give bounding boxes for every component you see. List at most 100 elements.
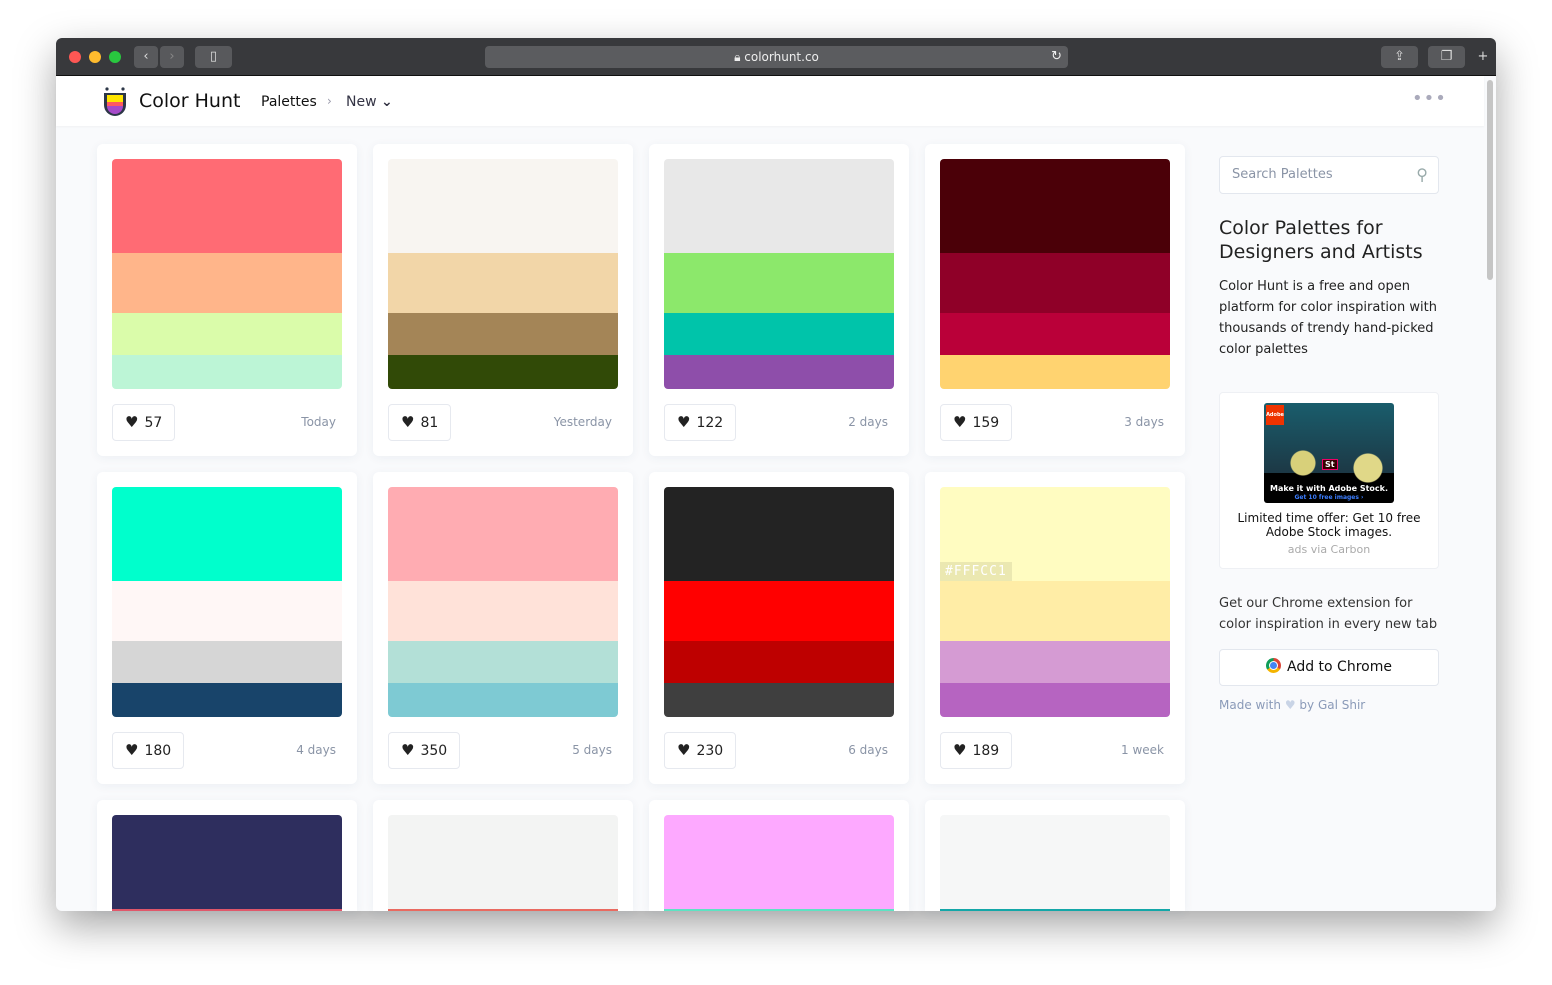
like-button[interactable]: ♥ 81 — [388, 404, 452, 441]
palette-swatches[interactable] — [112, 815, 342, 911]
back-button[interactable]: ‹ — [134, 46, 158, 68]
palette-card[interactable]: ♥ 122 2 days — [649, 144, 909, 456]
palette-swatches[interactable] — [940, 815, 1170, 911]
palette-swatches[interactable]: #FFFCC1 — [940, 487, 1170, 717]
site-header: Color Hunt Palettes › New ⌄ ••• — [56, 76, 1484, 126]
ad-image[interactable]: Adobe Make it with Adobe Stock. Get 10 f… — [1264, 403, 1394, 503]
nav-new-dropdown[interactable]: New ⌄ — [346, 94, 393, 110]
color-swatch[interactable] — [112, 683, 342, 717]
add-to-chrome-button[interactable]: Add to Chrome — [1219, 649, 1439, 686]
tabs-icon[interactable]: ❐ — [1428, 46, 1465, 68]
palette-card[interactable]: ♥ 81 Yesterday — [373, 144, 633, 456]
color-swatch[interactable] — [940, 159, 1170, 253]
color-swatch[interactable] — [664, 683, 894, 717]
carbon-ad[interactable]: Adobe Make it with Adobe Stock. Get 10 f… — [1219, 392, 1439, 569]
color-swatch[interactable] — [940, 355, 1170, 389]
color-swatch[interactable]: #FFFCC1 — [940, 487, 1170, 581]
palette-card[interactable]: ♥ 230 6 days — [649, 472, 909, 784]
palette-card[interactable] — [649, 800, 909, 911]
like-button[interactable]: ♥ 57 — [112, 404, 176, 441]
color-swatch[interactable] — [112, 487, 342, 581]
color-swatch[interactable] — [664, 909, 894, 911]
palette-swatches[interactable] — [112, 159, 342, 389]
palette-card[interactable] — [373, 800, 633, 911]
new-tab-icon[interactable]: + — [1472, 46, 1494, 68]
palette-swatches[interactable] — [112, 487, 342, 717]
color-swatch[interactable] — [940, 313, 1170, 355]
brand-name[interactable]: Color Hunt — [139, 90, 240, 112]
palette-card[interactable]: ♥ 159 3 days — [925, 144, 1185, 456]
color-swatch[interactable] — [664, 641, 894, 683]
color-swatch[interactable] — [940, 815, 1170, 909]
color-swatch[interactable] — [940, 641, 1170, 683]
color-swatch[interactable] — [112, 253, 342, 313]
palette-swatches[interactable] — [940, 159, 1170, 389]
color-swatch[interactable] — [664, 581, 894, 641]
color-swatch[interactable] — [112, 313, 342, 355]
color-swatch[interactable] — [388, 581, 618, 641]
palette-card[interactable] — [925, 800, 1185, 911]
like-button[interactable]: ♥ 180 — [112, 732, 185, 769]
palette-card[interactable]: ♥ 180 4 days — [97, 472, 357, 784]
color-swatch[interactable] — [112, 641, 342, 683]
color-swatch[interactable] — [940, 253, 1170, 313]
forward-button[interactable]: › — [160, 46, 184, 68]
color-swatch[interactable] — [388, 253, 618, 313]
color-swatch[interactable] — [664, 487, 894, 581]
color-swatch[interactable] — [112, 815, 342, 909]
search-icon[interactable]: ⚲ — [1416, 157, 1428, 193]
palette-swatches[interactable] — [388, 815, 618, 911]
color-swatch[interactable] — [388, 815, 618, 909]
palette-swatches[interactable] — [664, 159, 894, 389]
color-swatch[interactable] — [664, 355, 894, 389]
color-swatch[interactable] — [388, 355, 618, 389]
palette-swatches[interactable] — [664, 487, 894, 717]
like-button[interactable]: ♥ 350 — [388, 732, 461, 769]
palette-swatches[interactable] — [388, 159, 618, 389]
scrollbar[interactable] — [1487, 80, 1493, 280]
extension-text: Get our Chrome extension for color inspi… — [1219, 596, 1438, 632]
color-swatch[interactable] — [388, 313, 618, 355]
address-bar[interactable]: 🔒︎ colorhunt.co ↻ — [485, 46, 1068, 68]
color-swatch[interactable] — [388, 641, 618, 683]
like-button[interactable]: ♥ 122 — [664, 404, 737, 441]
nav-palettes[interactable]: Palettes — [261, 94, 317, 110]
share-icon[interactable]: ⇪ — [1381, 46, 1418, 68]
reload-icon[interactable]: ↻ — [1051, 46, 1062, 68]
minimize-window-button[interactable] — [89, 51, 101, 63]
ad-text[interactable]: Limited time offer: Get 10 free Adobe St… — [1220, 511, 1438, 539]
palette-card[interactable]: #FFFCC1 ♥ 189 1 week — [925, 472, 1185, 784]
palette-swatches[interactable] — [388, 487, 618, 717]
color-swatch[interactable] — [388, 909, 618, 911]
color-swatch[interactable] — [388, 159, 618, 253]
color-swatch[interactable] — [112, 159, 342, 253]
color-hunt-logo-icon[interactable] — [102, 87, 128, 117]
color-swatch[interactable] — [388, 487, 618, 581]
color-swatch[interactable] — [112, 909, 342, 911]
palette-card[interactable]: ♥ 350 5 days — [373, 472, 633, 784]
color-swatch[interactable] — [664, 815, 894, 909]
like-button[interactable]: ♥ 230 — [664, 732, 737, 769]
color-swatch[interactable] — [664, 253, 894, 313]
author-link[interactable]: by Gal Shir — [1299, 698, 1365, 712]
ads-via-carbon[interactable]: ads via Carbon — [1220, 543, 1438, 556]
color-swatch[interactable] — [940, 683, 1170, 717]
color-swatch[interactable] — [664, 313, 894, 355]
hex-label[interactable]: #FFFCC1 — [940, 562, 1012, 581]
maximize-window-button[interactable] — [109, 51, 121, 63]
like-button[interactable]: ♥ 159 — [940, 404, 1013, 441]
close-window-button[interactable] — [69, 51, 81, 63]
like-button[interactable]: ♥ 189 — [940, 732, 1013, 769]
sidebar-toggle-icon[interactable]: ▯ — [195, 46, 232, 68]
palette-card[interactable]: ♥ 57 Today — [97, 144, 357, 456]
palette-swatches[interactable] — [664, 815, 894, 911]
color-swatch[interactable] — [664, 159, 894, 253]
color-swatch[interactable] — [112, 581, 342, 641]
color-swatch[interactable] — [388, 683, 618, 717]
palette-card[interactable] — [97, 800, 357, 911]
color-swatch[interactable] — [940, 581, 1170, 641]
color-swatch[interactable] — [940, 909, 1170, 911]
more-menu-icon[interactable]: ••• — [1412, 88, 1447, 109]
search-input[interactable]: Search Palettes ⚲ — [1219, 156, 1439, 194]
color-swatch[interactable] — [112, 355, 342, 389]
